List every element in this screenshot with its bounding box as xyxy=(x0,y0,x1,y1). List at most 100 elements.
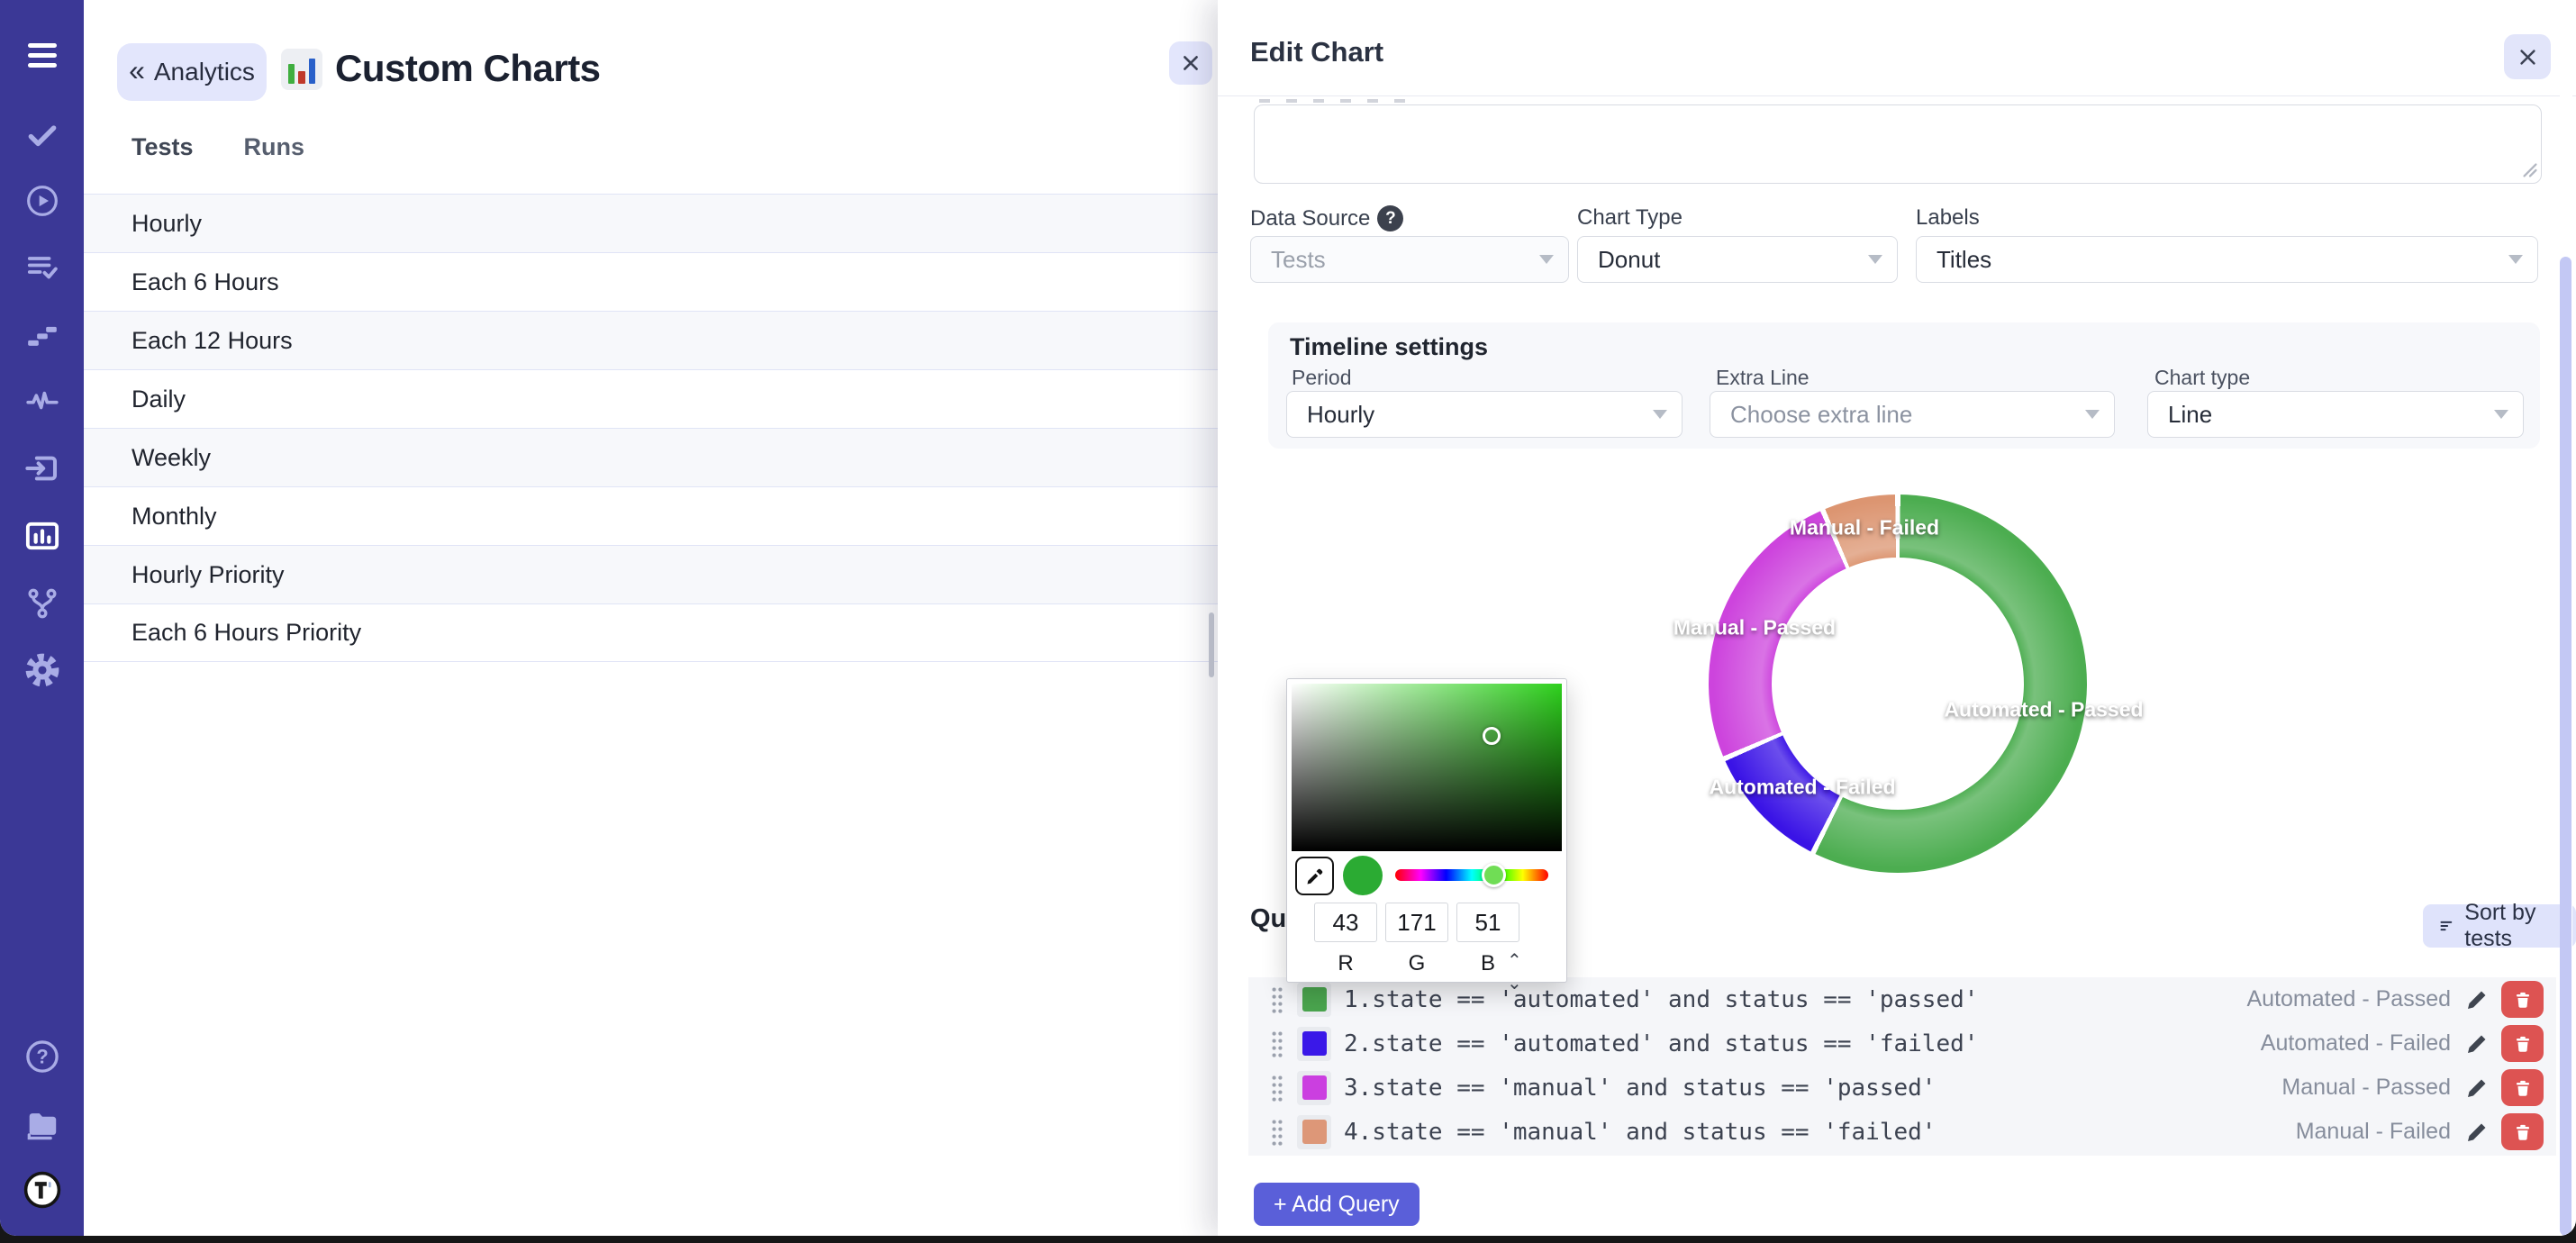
help-icon[interactable]: ? xyxy=(23,1037,62,1076)
period-label: Period xyxy=(1292,366,1351,390)
play-circle-icon[interactable] xyxy=(23,181,62,221)
drag-handle-icon[interactable] xyxy=(1270,1074,1284,1102)
custom-charts-icon xyxy=(281,49,322,90)
color-swatch-button[interactable] xyxy=(1297,1027,1331,1061)
chart-title-textarea[interactable] xyxy=(1254,104,2542,184)
drawer-scrollbar-thumb[interactable] xyxy=(2560,257,2571,1236)
query-row: 4.state == 'manual' and status == 'faile… xyxy=(1248,1110,2556,1154)
drawer-scrollbar[interactable] xyxy=(2560,0,2572,1236)
red-input[interactable] xyxy=(1314,903,1377,942)
chart-type-select[interactable]: Donut xyxy=(1577,236,1898,283)
chevron-down-icon xyxy=(2085,410,2100,419)
tests-check-icon[interactable] xyxy=(23,115,62,155)
add-query-button[interactable]: + Add Query xyxy=(1254,1183,1420,1226)
chevron-down-icon xyxy=(1653,410,1667,419)
query-expression: 1.state == 'automated' and status == 'pa… xyxy=(1344,986,2246,1013)
trash-icon xyxy=(2513,1122,2533,1142)
labels-select[interactable]: Titles xyxy=(1916,236,2538,283)
color-swatch-button[interactable] xyxy=(1297,983,1331,1017)
delete-query-button[interactable] xyxy=(2501,1069,2544,1106)
close-icon xyxy=(1181,53,1201,73)
close-panel-button[interactable] xyxy=(1169,41,1212,85)
delete-query-button[interactable] xyxy=(2501,1025,2544,1062)
eyedropper-button[interactable] xyxy=(1295,857,1334,895)
sv-cursor[interactable] xyxy=(1483,727,1501,745)
chart-list-item[interactable]: Hourly Priority xyxy=(84,545,1218,603)
bar-chart-icon[interactable] xyxy=(23,516,62,556)
color-picker-popup: R G B ⌃⌄ xyxy=(1286,678,1567,983)
hue-slider[interactable] xyxy=(1395,869,1548,881)
main-scrollbar-thumb[interactable] xyxy=(1209,612,1214,677)
tab-tests[interactable]: Tests xyxy=(132,133,194,161)
edit-pencil-icon[interactable] xyxy=(2463,1075,2490,1102)
chart-list-item[interactable]: Weekly xyxy=(84,428,1218,486)
custom-charts-panel: « Analytics Custom Charts Tests Runs Hou… xyxy=(84,0,1218,1236)
color-mode-toggle[interactable]: ⌃⌄ xyxy=(1507,949,1522,994)
back-to-analytics-button[interactable]: « Analytics xyxy=(117,43,267,101)
chevron-down-icon xyxy=(2494,410,2508,419)
divider xyxy=(1218,95,2576,96)
chart-list-item[interactable]: Hourly xyxy=(84,194,1218,252)
green-label: G xyxy=(1385,951,1448,976)
period-select[interactable]: Hourly xyxy=(1286,391,1683,438)
edit-pencil-icon[interactable] xyxy=(2463,1030,2490,1057)
timeline-settings-card: Timeline settings Period Hourly Extra Li… xyxy=(1268,322,2540,449)
query-label: Manual - Passed xyxy=(2281,1075,2451,1101)
chart-list-item[interactable]: Monthly xyxy=(84,486,1218,545)
sort-by-tests-button[interactable]: Sort by tests xyxy=(2423,904,2576,948)
donut-chart xyxy=(1709,494,2087,873)
help-badge-icon[interactable]: ? xyxy=(1377,205,1403,231)
drag-handle-icon[interactable] xyxy=(1270,1118,1284,1147)
back-button-label: Analytics xyxy=(154,58,255,86)
chart-list-item[interactable]: Each 6 Hours Priority xyxy=(84,603,1218,662)
data-source-label: Data Source ? xyxy=(1250,205,1403,231)
labels-label: Labels xyxy=(1916,205,1980,231)
query-list: 1.state == 'automated' and status == 'pa… xyxy=(1248,977,2556,1156)
extra-line-select[interactable]: Choose extra line xyxy=(1710,391,2115,438)
list-check-icon[interactable] xyxy=(23,248,62,287)
tabs: Tests Runs xyxy=(132,133,304,161)
chart-type-label: Chart Type xyxy=(1577,205,1683,231)
query-label: Manual - Failed xyxy=(2296,1119,2451,1145)
gear-icon[interactable] xyxy=(23,650,62,690)
branch-icon[interactable] xyxy=(23,584,62,623)
chart-list-item[interactable]: Each 6 Hours xyxy=(84,252,1218,311)
steps-icon[interactable] xyxy=(23,315,62,355)
saturation-value-area[interactable] xyxy=(1292,684,1562,851)
edit-pencil-icon[interactable] xyxy=(2463,1119,2490,1146)
blue-input[interactable] xyxy=(1456,903,1519,942)
drag-handle-icon[interactable] xyxy=(1270,1030,1284,1058)
close-icon xyxy=(2517,47,2538,68)
timeline-chart-type-select[interactable]: Line xyxy=(2147,391,2524,438)
color-swatch-button[interactable] xyxy=(1297,1115,1331,1149)
color-swatch-button[interactable] xyxy=(1297,1071,1331,1105)
tab-runs[interactable]: Runs xyxy=(244,133,305,161)
edit-chart-drawer: Edit Chart Data Source ? Tests Chart Typ… xyxy=(1218,0,2576,1236)
slice-label-automated-passed: Automated - Passed xyxy=(1944,698,2143,722)
edit-pencil-icon[interactable] xyxy=(2463,986,2490,1013)
app-window: ? « Analytics Custom Charts Tests Runs H… xyxy=(0,0,2576,1236)
close-drawer-button[interactable] xyxy=(2504,34,2551,79)
sort-icon xyxy=(2439,915,2455,937)
trash-icon xyxy=(2513,1078,2533,1098)
menu-icon[interactable] xyxy=(23,36,62,76)
chart-list-item[interactable]: Each 12 Hours xyxy=(84,311,1218,369)
chart-list-item[interactable]: Daily xyxy=(84,369,1218,428)
chart-list: Hourly Each 6 Hours Each 12 Hours Daily … xyxy=(84,194,1218,662)
data-source-select[interactable]: Tests xyxy=(1250,236,1569,283)
testomat-logo[interactable] xyxy=(23,1170,62,1210)
drag-handle-icon[interactable] xyxy=(1270,985,1284,1014)
query-row: 2.state == 'automated' and status == 'fa… xyxy=(1248,1021,2556,1066)
drawer-title: Edit Chart xyxy=(1250,36,1383,68)
delete-query-button[interactable] xyxy=(2501,981,2544,1018)
pulse-icon[interactable] xyxy=(23,381,62,421)
slice-label-manual-failed: Manual - Failed xyxy=(1790,516,1939,540)
hue-slider-handle[interactable] xyxy=(1482,863,1506,887)
chevron-down-icon xyxy=(2508,255,2523,264)
import-icon[interactable] xyxy=(23,449,62,488)
clipped-field-label xyxy=(1259,99,1412,103)
folder-icon[interactable] xyxy=(23,1104,62,1144)
query-expression: 4.state == 'manual' and status == 'faile… xyxy=(1344,1119,2296,1146)
green-input[interactable] xyxy=(1385,903,1448,942)
delete-query-button[interactable] xyxy=(2501,1113,2544,1150)
